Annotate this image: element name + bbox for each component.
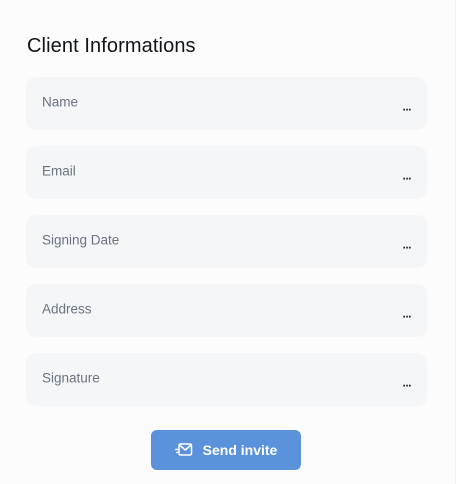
send-mail-icon [174,442,193,458]
more-options-icon[interactable]: ... [402,307,411,319]
more-options-icon[interactable]: ... [402,376,411,388]
field-signature[interactable]: Signature ... [26,353,427,406]
field-signing-date[interactable]: Signing Date ... [26,215,427,268]
send-invite-label: Send invite [202,442,278,458]
field-label: Name [42,94,79,110]
field-label: Address [42,301,92,317]
more-options-icon[interactable]: ... [402,100,411,112]
more-options-icon[interactable]: ... [402,169,411,181]
field-label: Email [42,163,76,179]
field-address[interactable]: Address ... [26,284,427,337]
field-email[interactable]: Email ... [26,146,427,199]
field-name[interactable]: Name ... [26,77,427,130]
more-options-icon[interactable]: ... [402,238,411,250]
field-label: Signature [42,370,100,386]
client-info-panel: Client Informations Name ... Email ... S… [0,0,456,484]
section-title: Client Informations [27,35,196,57]
send-invite-button[interactable]: Send invite [151,430,301,470]
field-label: Signing Date [42,232,120,248]
